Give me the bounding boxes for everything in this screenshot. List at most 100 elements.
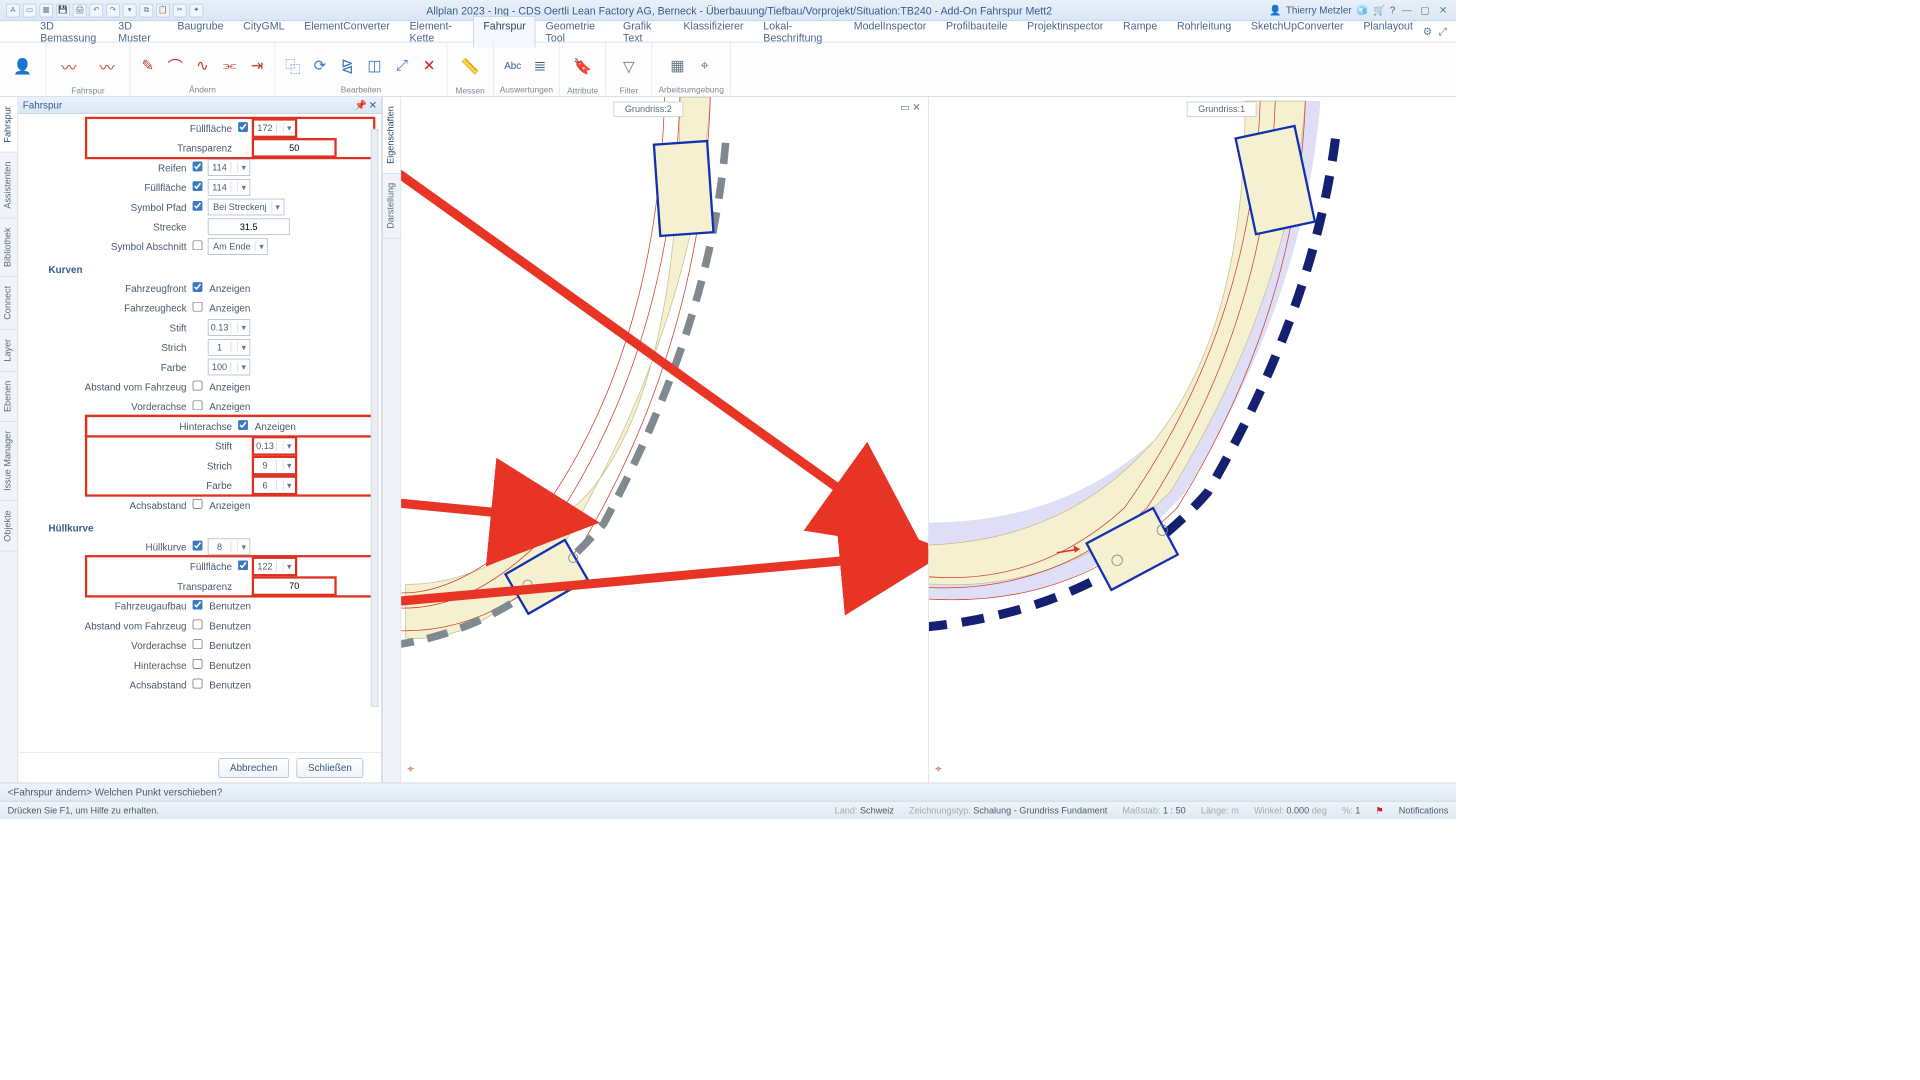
mirror2-icon[interactable]: ◫ bbox=[363, 50, 386, 82]
delete-icon[interactable]: ✕ bbox=[418, 50, 441, 82]
view-right-tab[interactable]: Grundriss:1 bbox=[1187, 102, 1257, 117]
store-icon[interactable]: 🧊 bbox=[1356, 4, 1368, 16]
pen-icon[interactable]: ✎ bbox=[136, 50, 159, 82]
kurven-checkbox-5[interactable] bbox=[193, 381, 203, 391]
panel-header[interactable]: Fahrspur 📌✕ bbox=[18, 97, 381, 114]
dock-tab-issue-manager[interactable]: Issue Manager bbox=[0, 422, 17, 501]
top-input-5[interactable] bbox=[208, 218, 290, 235]
snap-icon[interactable]: ⌖ bbox=[693, 50, 716, 82]
hull-checkbox-3[interactable] bbox=[193, 600, 203, 610]
top-checkbox-3[interactable] bbox=[193, 181, 203, 191]
dock-tab-assistenten[interactable]: Assistenten bbox=[0, 152, 17, 218]
user-name[interactable]: Thierry Metzler bbox=[1286, 5, 1352, 16]
status-wink[interactable]: 0.000 bbox=[1286, 805, 1309, 816]
dock-tab-bibliothek[interactable]: Bibliothek bbox=[0, 218, 17, 276]
menu-tab-rohrleitung[interactable]: Rohrleitung bbox=[1167, 16, 1241, 48]
measure-icon[interactable]: 📏 bbox=[453, 45, 486, 86]
app-icon[interactable]: A bbox=[6, 3, 20, 17]
filter-icon[interactable]: ▽ bbox=[612, 45, 645, 86]
view-right[interactable]: Grundriss:1 ⌖ bbox=[928, 97, 1456, 783]
kurven-lineweight-8[interactable]: 0.13▾ bbox=[253, 438, 295, 455]
kurven-checkbox-1[interactable] bbox=[193, 302, 203, 312]
arc-icon[interactable]: ⌒ bbox=[164, 50, 187, 82]
panel-pin-icon[interactable]: 📌 bbox=[355, 99, 367, 111]
top-input-1[interactable] bbox=[253, 140, 335, 157]
menu-tab-projektinspector[interactable]: Projektinspector bbox=[1017, 16, 1113, 48]
status-mass[interactable]: 1 : 50 bbox=[1163, 805, 1186, 816]
spline-icon[interactable]: ∿ bbox=[191, 50, 214, 82]
view-left[interactable]: Grundriss:2 ▭ ✕ ⌖ bbox=[400, 97, 928, 783]
hull-checkbox-7[interactable] bbox=[193, 679, 203, 689]
panel-tab-darstellung[interactable]: Darstellung bbox=[383, 174, 400, 239]
close-button[interactable]: Schließen bbox=[297, 758, 364, 778]
top-color-2[interactable]: 114▾ bbox=[208, 159, 250, 176]
width-icon[interactable]: ⇥ bbox=[246, 50, 269, 82]
hull-color-0[interactable]: 8▾ bbox=[208, 538, 250, 555]
kurven-lineweight-3[interactable]: 1▾ bbox=[208, 339, 250, 356]
scale-icon[interactable]: ⤢ bbox=[391, 50, 414, 82]
fahrspur-edit-icon[interactable]: 〰 bbox=[90, 45, 123, 86]
join-icon[interactable]: ⫘ bbox=[218, 50, 241, 82]
gear-icon[interactable]: ⚙ bbox=[1423, 25, 1433, 38]
kurven-checkbox-0[interactable] bbox=[193, 282, 203, 292]
menu-tab-planlayout[interactable]: Planlayout bbox=[1353, 16, 1422, 48]
list-icon[interactable]: ≣ bbox=[529, 50, 552, 82]
attribute-icon[interactable]: 🔖 bbox=[566, 45, 599, 86]
dock-tab-connect[interactable]: Connect bbox=[0, 277, 17, 330]
hull-checkbox-1[interactable] bbox=[238, 560, 248, 570]
rotate-icon[interactable]: ⟳ bbox=[309, 50, 332, 82]
cart-icon[interactable]: 🛒 bbox=[1373, 4, 1385, 16]
top-select-4[interactable]: Bei Streckenj▾ bbox=[208, 199, 284, 216]
hull-checkbox-4[interactable] bbox=[193, 620, 203, 630]
top-checkbox-0[interactable] bbox=[238, 122, 248, 132]
menu-tab-rampe[interactable]: Rampe bbox=[1113, 16, 1167, 48]
kurven-lineweight-9[interactable]: 9▾ bbox=[253, 457, 295, 474]
kurven-checkbox-7[interactable] bbox=[238, 420, 248, 430]
status-zeich[interactable]: Schalung - Grundriss Fundament bbox=[973, 805, 1107, 816]
compass-icon[interactable]: ⌖ bbox=[935, 763, 942, 777]
hull-input-2[interactable] bbox=[253, 578, 335, 595]
actionbar-user-icon[interactable]: 👤 bbox=[6, 45, 39, 86]
abc-icon[interactable]: Abc bbox=[501, 50, 524, 82]
hull-checkbox-6[interactable] bbox=[193, 659, 203, 669]
cancel-button[interactable]: Abbrechen bbox=[219, 758, 289, 778]
top-color-0[interactable]: 172▾ bbox=[253, 120, 295, 137]
fahrspur-create-icon[interactable]: 〰 bbox=[52, 45, 85, 86]
menu-tab-lokal-beschriftung[interactable]: Lokal-Beschriftung bbox=[753, 16, 843, 48]
panel-tab-eigenschaften[interactable]: Eigenschaften bbox=[383, 97, 400, 174]
close-window-icon[interactable]: ✕ bbox=[1436, 3, 1450, 17]
dock-tab-layer[interactable]: Layer bbox=[0, 330, 17, 372]
hull-checkbox-5[interactable] bbox=[193, 639, 203, 649]
menu-tab-sketchupconverter[interactable]: SketchUpConverter bbox=[1241, 16, 1353, 48]
panel-close-icon[interactable]: ✕ bbox=[369, 99, 377, 111]
dock-tab-objekte[interactable]: Objekte bbox=[0, 501, 17, 551]
compass-icon[interactable]: ⌖ bbox=[407, 763, 414, 777]
notification-icon[interactable]: ⚑ bbox=[1375, 805, 1383, 816]
mirror-icon[interactable]: ⧎ bbox=[336, 50, 359, 82]
menu-tab-profilbauteile[interactable]: Profilbauteile bbox=[936, 16, 1017, 48]
kurven-color-4[interactable]: 100▾ bbox=[208, 359, 250, 376]
help-icon[interactable]: ? bbox=[1390, 5, 1395, 16]
kurven-checkbox-6[interactable] bbox=[193, 400, 203, 410]
scrollbar-thumb[interactable] bbox=[373, 356, 378, 477]
top-select-6[interactable]: Am Ende▾ bbox=[208, 238, 268, 255]
view-restore-icon[interactable]: ▭ bbox=[900, 102, 909, 113]
status-pct[interactable]: 1 bbox=[1355, 805, 1360, 816]
top-checkbox-4[interactable] bbox=[193, 201, 203, 211]
kurven-color-10[interactable]: 6▾ bbox=[253, 477, 295, 494]
copy-icon[interactable]: ⿻ bbox=[281, 50, 304, 82]
kurven-checkbox-11[interactable] bbox=[193, 499, 203, 509]
view-left-tab[interactable]: Grundriss:2 bbox=[613, 102, 683, 117]
top-color-3[interactable]: 114▾ bbox=[208, 179, 250, 196]
hull-checkbox-0[interactable] bbox=[193, 541, 203, 551]
view-close-icon[interactable]: ✕ bbox=[912, 102, 920, 113]
top-checkbox-2[interactable] bbox=[193, 162, 203, 172]
menu-tab-modelinspector[interactable]: ModelInspector bbox=[844, 16, 936, 48]
top-checkbox-6[interactable] bbox=[193, 240, 203, 250]
kurven-lineweight-2[interactable]: 0.13▾ bbox=[208, 319, 250, 336]
grid-icon[interactable]: ▦ bbox=[666, 50, 689, 82]
status-notifications[interactable]: Notifications bbox=[1399, 805, 1449, 816]
dock-tab-fahrspur[interactable]: Fahrspur bbox=[0, 97, 17, 152]
hull-color-1[interactable]: 122▾ bbox=[253, 558, 295, 575]
expand-icon[interactable]: ⤢ bbox=[1438, 25, 1446, 38]
